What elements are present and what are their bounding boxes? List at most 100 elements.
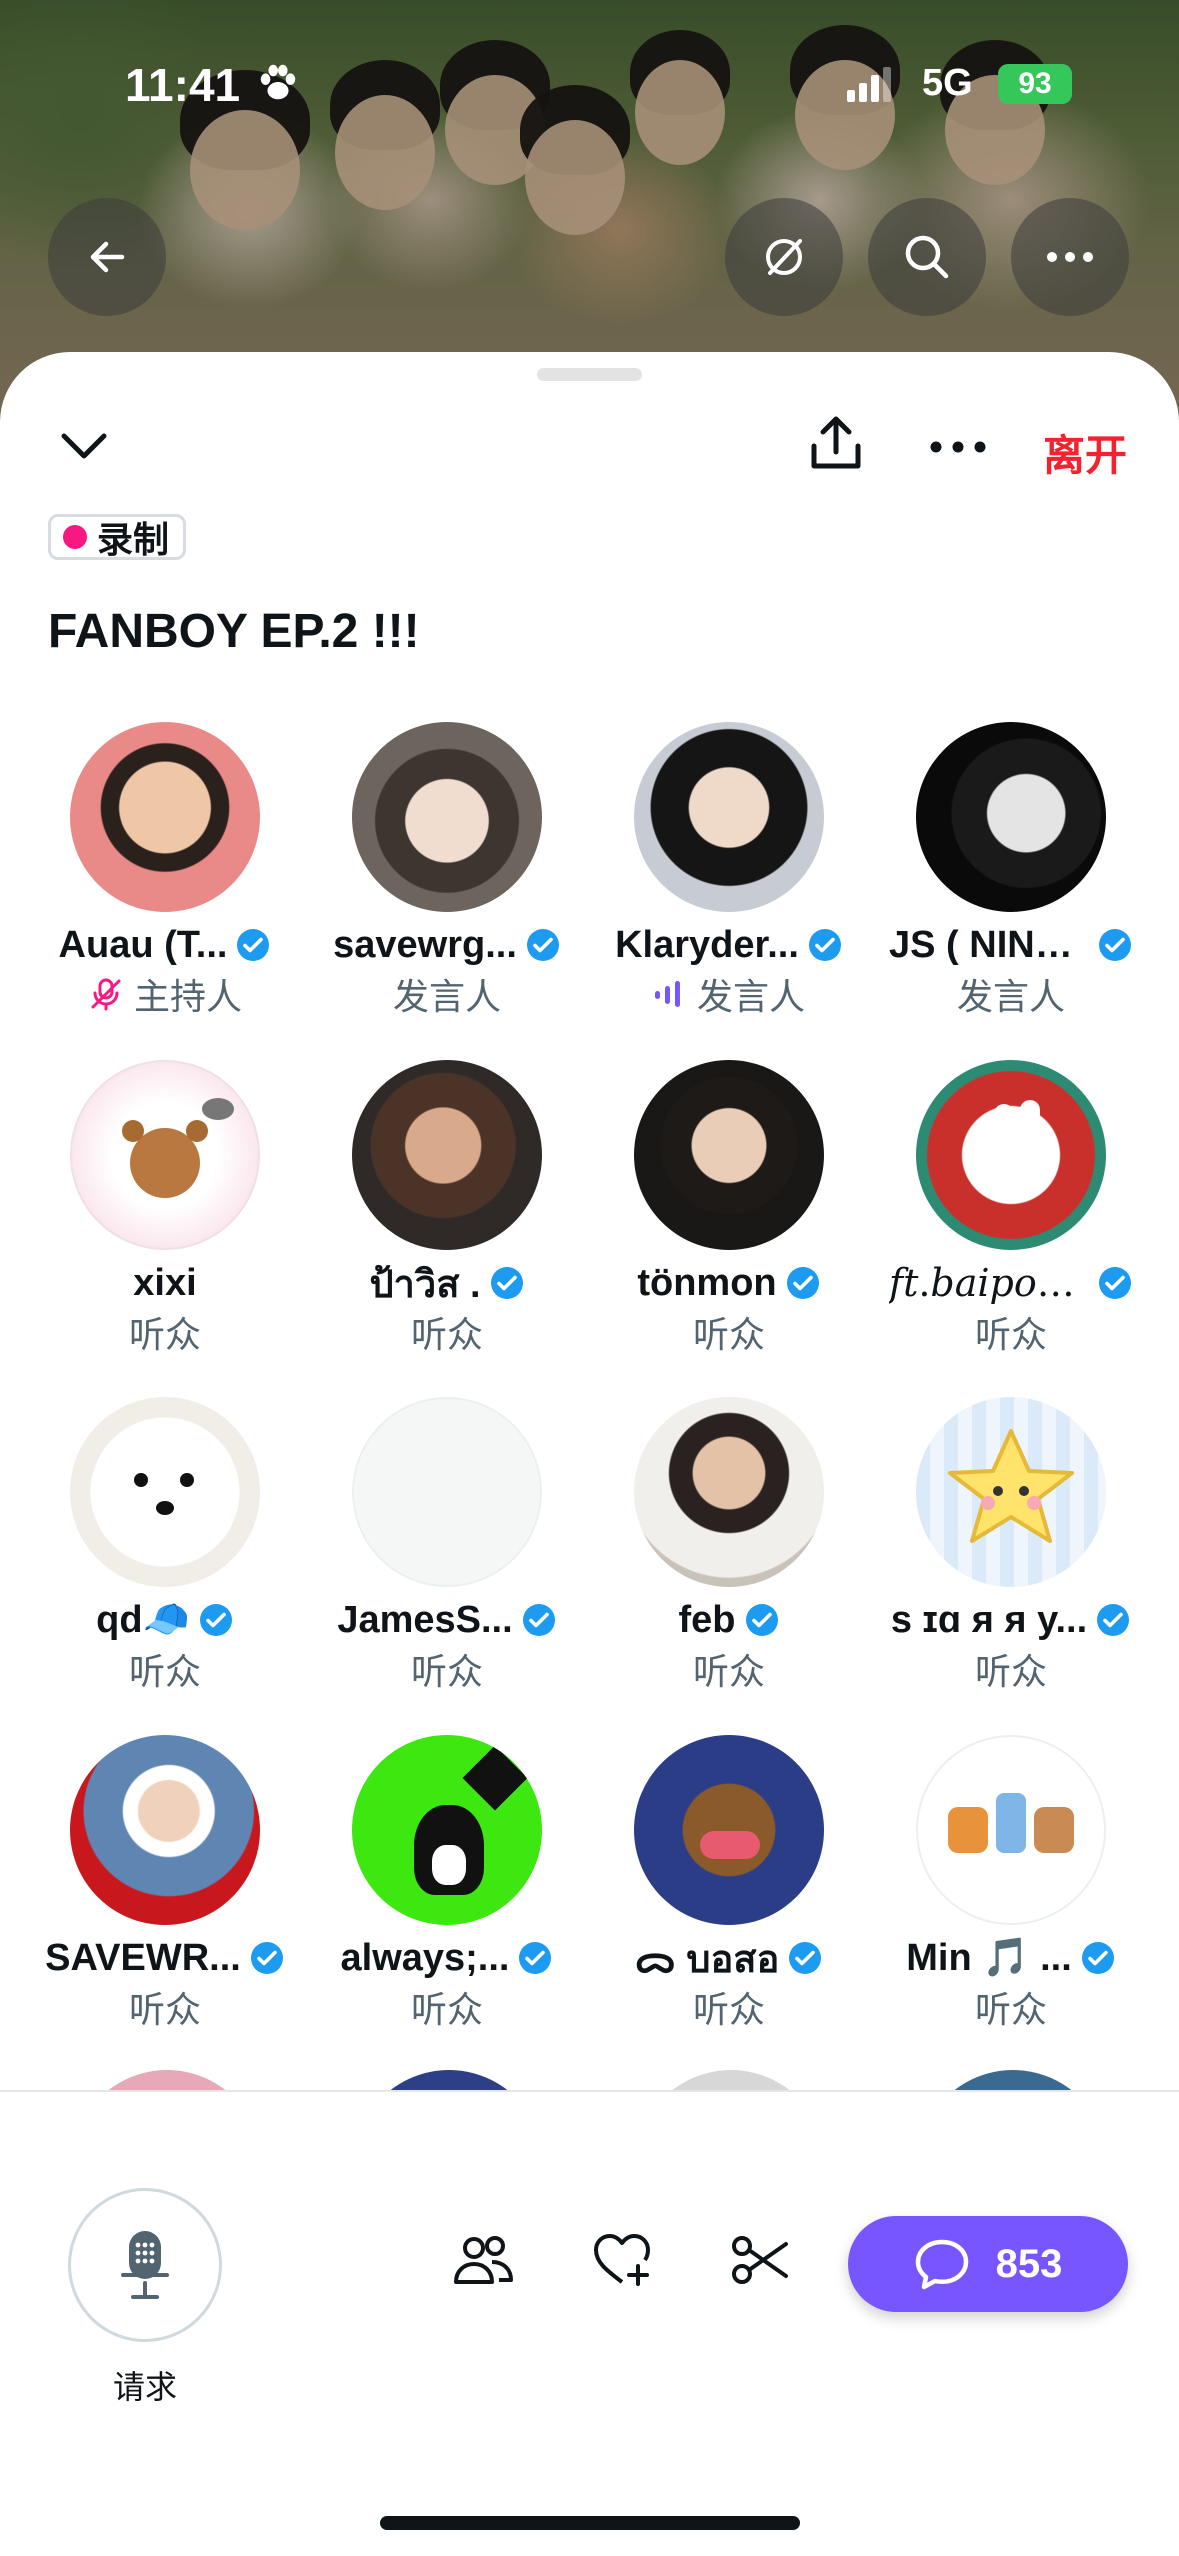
participant-card[interactable]: ป้าวิส . 听众	[306, 1060, 588, 1356]
participant-name: savewrg...	[333, 923, 517, 966]
participant-card[interactable]: xixi 听众	[24, 1060, 306, 1356]
avatar	[70, 722, 260, 912]
verified-badge-icon	[1097, 1604, 1130, 1636]
avatar	[352, 722, 542, 912]
verified-badge-icon	[490, 1267, 523, 1299]
participant-card[interactable]: JamesS... 听众	[306, 1397, 588, 1693]
participant-role: 听众	[128, 1989, 201, 2030]
participant-card[interactable]: Klaryder... 发言人	[588, 722, 870, 1018]
mic-muted-icon	[91, 978, 121, 1011]
participant-card[interactable]: feb 听众	[588, 1397, 870, 1693]
back-button[interactable]	[48, 198, 166, 316]
participant-role: 听众	[974, 1989, 1047, 2030]
participant-card[interactable]: Min 🎵 ... 听众	[870, 1735, 1152, 2031]
participant-card[interactable]: 𝑓𝑡.𝑏𝑎𝑖𝑝𝑜𝑟... 听众	[870, 1060, 1152, 1356]
avatar	[634, 1735, 824, 1925]
avatar	[70, 1060, 260, 1250]
participant-role: 发言人	[696, 976, 805, 1017]
avatar	[916, 1397, 1106, 1587]
participant-role: 听众	[692, 1314, 765, 1355]
participant-card[interactable]: savewrg... 发言人	[306, 722, 588, 1018]
avatar-placeholder	[352, 1397, 542, 1587]
recording-badge: 录制	[48, 514, 187, 560]
home-indicator[interactable]	[380, 2516, 800, 2530]
cellular-signal-icon	[847, 67, 891, 102]
avatar	[916, 722, 1106, 912]
collapse-chevron-down-icon[interactable]	[58, 428, 110, 464]
share-icon[interactable]	[806, 412, 866, 476]
sheet-grabber[interactable]	[537, 368, 642, 381]
participant-name: ᯅ บอสอ	[634, 1938, 780, 1981]
participant-role: 听众	[128, 1314, 201, 1355]
people-icon[interactable]	[452, 2232, 516, 2288]
verified-badge-icon	[786, 1267, 819, 1299]
heart-add-icon[interactable]	[592, 2232, 654, 2288]
avatar	[634, 1060, 824, 1250]
participant-card[interactable]: SAVEWR... 听众	[24, 1735, 306, 2031]
avatar	[352, 1735, 542, 1925]
arrow-left-icon	[90, 241, 125, 273]
record-dot-icon	[63, 525, 87, 549]
participant-card[interactable]: Auau (T... 主持人	[24, 722, 306, 1018]
request-label: 请求	[112, 2369, 177, 2405]
request-to-speak-button[interactable]	[68, 2188, 222, 2342]
participant-role: 听众	[410, 1314, 483, 1355]
participant-name: tönmon	[637, 1261, 777, 1304]
participant-name: Klaryder...	[615, 923, 799, 966]
data-saver-button[interactable]	[725, 198, 843, 316]
participant-name: JS ( NINE...	[889, 923, 1089, 966]
verified-badge-icon	[237, 929, 270, 961]
participant-name: s ɪɑ ᴙ ᴙ y...	[890, 1598, 1088, 1641]
avatar	[634, 1397, 824, 1587]
avatar	[916, 1060, 1106, 1250]
comment-count: 853	[995, 2241, 1063, 2286]
participant-role: 主持人	[133, 976, 242, 1017]
verified-badge-icon	[1099, 1267, 1131, 1299]
next-row-peek	[0, 2070, 1179, 2090]
participant-name: ป้าวิส .	[369, 1263, 481, 1306]
verified-badge-icon	[519, 1942, 552, 1974]
scissors-clip-icon[interactable]	[730, 2232, 790, 2288]
participant-card[interactable]: s ɪɑ ᴙ ᴙ y... 听众	[870, 1397, 1152, 1693]
participant-name: feb	[678, 1598, 736, 1641]
participant-role: 听众	[692, 1651, 765, 1692]
participant-card[interactable]: ᯅ บอสอ 听众	[588, 1735, 870, 2031]
microphone-icon	[121, 2231, 169, 2299]
participant-role: 听众	[974, 1651, 1047, 1692]
participant-role: 听众	[974, 1314, 1047, 1355]
chat-bubble-icon	[915, 2239, 968, 2290]
search-button[interactable]	[868, 198, 986, 316]
participant-card[interactable]: qd🧢 听众	[24, 1397, 306, 1693]
leave-button[interactable]: 离开	[1043, 422, 1127, 483]
participant-name: Min 🎵 ...	[906, 1937, 1072, 1979]
more-dots-icon	[1047, 252, 1093, 262]
verified-badge-icon	[745, 1604, 778, 1636]
participant-card[interactable]: tönmon 听众	[588, 1060, 870, 1356]
participant-card[interactable]: JS ( NINE... 发言人	[870, 722, 1152, 1018]
battery-level: 93	[1018, 67, 1052, 100]
verified-badge-icon	[250, 1942, 283, 1974]
participant-name: xixi	[133, 1261, 197, 1304]
avatar	[352, 1060, 542, 1250]
comments-button[interactable]: 853	[848, 2216, 1128, 2312]
participant-role: 听众	[410, 1989, 483, 2030]
participant-role: 听众	[410, 1651, 483, 1692]
avatar	[70, 1397, 260, 1587]
network-type: 5G	[922, 62, 973, 104]
participant-role: 听众	[692, 1989, 765, 2030]
participant-role: 发言人	[956, 976, 1065, 1017]
more-dots-icon[interactable]	[928, 438, 988, 456]
space-title: FANBOY EP.2 !!!	[48, 605, 420, 658]
avatar	[916, 1735, 1106, 1925]
recording-label: 录制	[97, 519, 170, 560]
avatar	[70, 1735, 260, 1925]
participant-card[interactable]: always;... 听众	[306, 1735, 588, 2031]
paw-icon	[260, 64, 296, 100]
verified-badge-icon	[789, 1942, 822, 1974]
verified-badge-icon	[1081, 1942, 1114, 1974]
search-icon	[905, 235, 949, 279]
more-options-button[interactable]	[1011, 198, 1129, 316]
participant-name: SAVEWR...	[45, 1936, 241, 1979]
participant-name: always;...	[340, 1936, 510, 1979]
data-saver-icon	[766, 239, 802, 275]
